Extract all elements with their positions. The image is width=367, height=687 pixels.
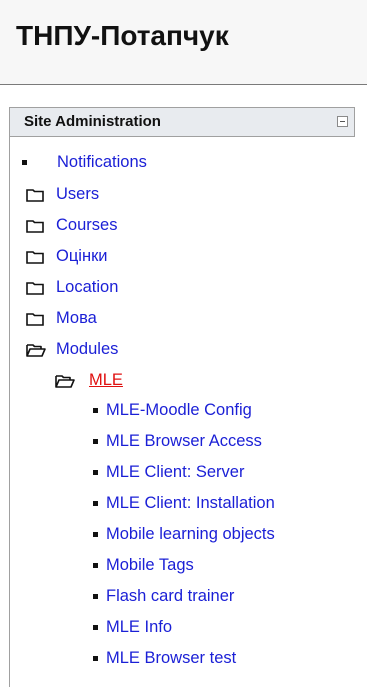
bullet-icon bbox=[22, 160, 27, 165]
site-title[interactable]: ТНПУ-Потапчук bbox=[16, 20, 229, 52]
bullet-icon bbox=[93, 501, 98, 506]
bullet-icon bbox=[93, 594, 98, 599]
tree-item-label: MLE-Moodle Config bbox=[106, 401, 252, 419]
tree-item-label: Courses bbox=[56, 216, 118, 234]
bullet-icon bbox=[93, 408, 98, 413]
folder-open-icon bbox=[55, 375, 75, 388]
block-header: Site Administration bbox=[10, 107, 355, 137]
folder-closed-icon bbox=[26, 251, 44, 264]
bullet-icon bbox=[93, 439, 98, 444]
tree-item-label: Notifications bbox=[57, 153, 147, 171]
folder-closed-icon bbox=[26, 220, 44, 233]
folder-closed-icon bbox=[26, 189, 44, 202]
tree-item-label: MLE bbox=[89, 371, 123, 389]
site-administration-block: Site Administration Notifications Users … bbox=[9, 107, 355, 687]
tree-item-label: MLE Browser test bbox=[106, 649, 237, 667]
bullet-icon bbox=[93, 470, 98, 475]
block-title: Site Administration bbox=[24, 113, 161, 130]
tree-item-label: Flash card trainer bbox=[106, 587, 235, 605]
tree-item-label: Mobile learning objects bbox=[106, 525, 275, 543]
bullet-icon bbox=[93, 563, 98, 568]
tree-item-label: MLE Info bbox=[106, 618, 173, 636]
bullet-icon bbox=[93, 625, 98, 630]
tree-item-label: Location bbox=[56, 278, 119, 296]
collapse-toggle-icon[interactable] bbox=[337, 116, 348, 127]
tree-item-label: Оцінки bbox=[56, 247, 108, 265]
folder-closed-icon bbox=[26, 282, 44, 295]
tree-item-label: Users bbox=[56, 185, 100, 203]
folder-closed-icon bbox=[26, 313, 44, 326]
tree-item-label: MLE Client: Server bbox=[106, 463, 245, 481]
page-header: ТНПУ-Потапчук bbox=[0, 0, 367, 85]
tree-item-label: Modules bbox=[56, 340, 119, 358]
tree-item-label: Mobile Tags bbox=[106, 556, 194, 574]
folder-open-icon bbox=[26, 344, 46, 357]
bullet-icon bbox=[93, 656, 98, 661]
tree-item-label: Мова bbox=[56, 309, 97, 327]
tree-item-label: MLE Client: Installation bbox=[106, 494, 275, 512]
tree-item-label: MLE Browser Access bbox=[106, 432, 262, 450]
bullet-icon bbox=[93, 532, 98, 537]
